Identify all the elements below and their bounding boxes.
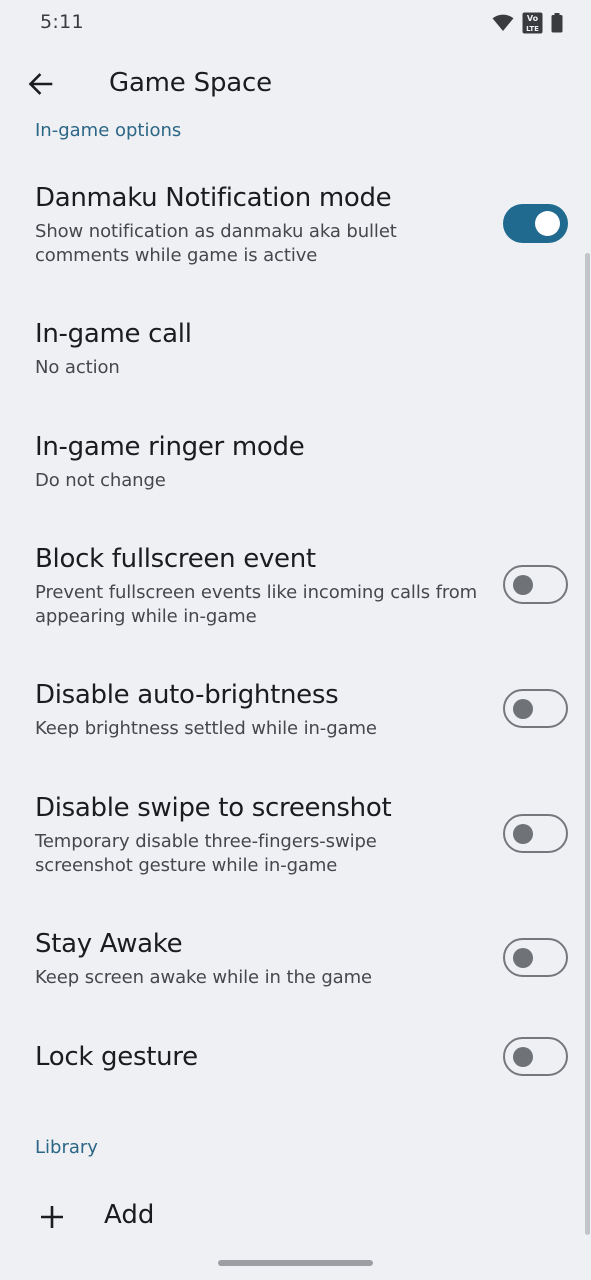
screen: 5:11 Vo LTE Game Space In-game options D… — [0, 0, 591, 1280]
pref-in-game-call[interactable]: In-game call No action — [0, 306, 591, 392]
scrollbar[interactable] — [585, 253, 590, 1235]
add-game-button[interactable]: Add — [0, 1188, 591, 1246]
pref-summary: Temporary disable three-fingers-swipe sc… — [35, 831, 377, 876]
switch-thumb — [513, 575, 533, 595]
pref-title: Danmaku Notification mode — [35, 183, 392, 213]
pref-title: Block fullscreen event — [35, 544, 316, 574]
page-title: Game Space — [109, 68, 272, 98]
pref-title: Disable swipe to screenshot — [35, 793, 392, 823]
top-app-bar: Game Space — [0, 56, 591, 112]
pref-disable-auto-brightness[interactable]: Disable auto-brightness Keep brightness … — [0, 667, 591, 753]
pref-disable-swipe-to-screenshot[interactable]: Disable swipe to screenshot Temporary di… — [0, 780, 591, 892]
arrow-left-icon — [28, 73, 53, 95]
pref-danmaku-notification-mode[interactable]: Danmaku Notification mode Show notificat… — [0, 170, 591, 282]
danmaku-toggle[interactable] — [503, 204, 568, 243]
status-time: 5:11 — [40, 11, 84, 33]
volte-icon: Vo LTE — [522, 12, 543, 34]
switch-thumb — [513, 699, 533, 719]
pref-title: Lock gesture — [35, 1042, 198, 1072]
pref-title: In-game ringer mode — [35, 432, 305, 462]
pref-stay-awake[interactable]: Stay Awake Keep screen awake while in th… — [0, 916, 591, 1002]
stay-awake-toggle[interactable] — [503, 938, 568, 977]
pref-in-game-ringer-mode[interactable]: In-game ringer mode Do not change — [0, 419, 591, 505]
volte-text-bottom: LTE — [526, 25, 539, 33]
pref-summary: Do not change — [35, 470, 166, 491]
pref-summary: Show notification as danmaku aka bullet … — [35, 221, 397, 266]
wifi-icon — [492, 14, 514, 32]
battery-icon — [551, 13, 563, 33]
status-icons: Vo LTE — [492, 12, 563, 34]
pref-summary: Keep brightness settled while in-game — [35, 718, 377, 739]
switch-thumb — [513, 1047, 533, 1067]
lock-gesture-toggle[interactable] — [503, 1037, 568, 1076]
plus-icon — [41, 1206, 63, 1228]
pref-summary: Prevent fullscreen events like incoming … — [35, 582, 478, 627]
section-header-library: Library — [35, 1137, 98, 1158]
pref-title: In-game call — [35, 319, 192, 349]
disable-auto-brightness-toggle[interactable] — [503, 689, 568, 728]
pref-title: Stay Awake — [35, 929, 183, 959]
switch-thumb — [535, 211, 560, 236]
status-bar: 5:11 Vo LTE — [0, 0, 591, 44]
pref-lock-gesture[interactable]: Lock gesture — [0, 1029, 591, 1089]
add-label: Add — [104, 1200, 155, 1230]
disable-swipe-screenshot-toggle[interactable] — [503, 814, 568, 853]
pref-summary: Keep screen awake while in the game — [35, 967, 373, 988]
gesture-nav-handle[interactable] — [218, 1260, 373, 1266]
pref-block-fullscreen-event[interactable]: Block fullscreen event Prevent fullscree… — [0, 531, 591, 643]
switch-thumb — [513, 824, 533, 844]
volte-text-top: Vo — [527, 14, 539, 23]
back-button[interactable] — [18, 62, 62, 106]
switch-thumb — [513, 948, 533, 968]
block-fullscreen-toggle[interactable] — [503, 565, 568, 604]
pref-summary: No action — [35, 357, 120, 378]
section-header-in-game-options: In-game options — [35, 120, 182, 141]
pref-title: Disable auto-brightness — [35, 680, 339, 710]
